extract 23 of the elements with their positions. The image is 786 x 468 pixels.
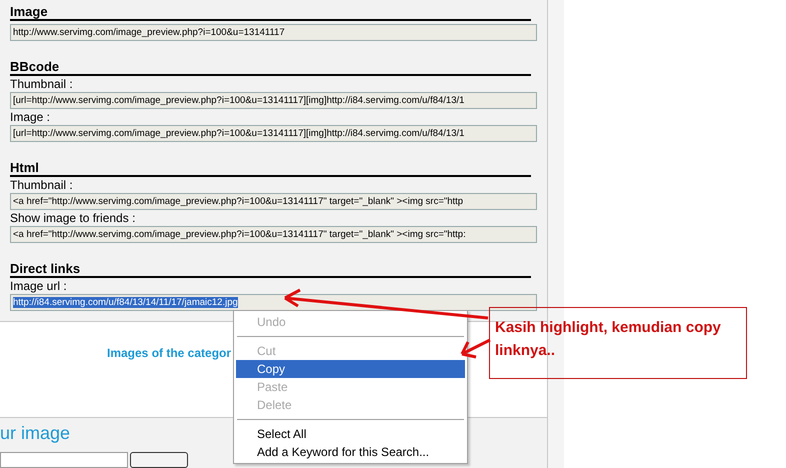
text-field[interactable]: [url=http://www.servimg.com/image_preview.php?i=100&u=13141117][img]http://i84.servimg.com/u/f84/13/1 <box>10 92 537 109</box>
section-heading: Direct links <box>10 261 531 278</box>
text-field[interactable]: <a href="http://www.servimg.com/image_preview.php?i=100&u=13141117" target="_blank" ><img src="http <box>10 193 537 210</box>
menu-item[interactable]: Select All <box>236 425 465 443</box>
field-label: Thumbnail : <box>10 76 74 92</box>
section-heading: Html <box>10 160 531 177</box>
section-heading: Image <box>10 4 531 21</box>
menu-item[interactable]: Add a Keyword for this Search... <box>236 443 465 461</box>
section-heading: ur image <box>0 422 70 444</box>
text-field[interactable]: http://www.servimg.com/image_preview.php?i=100&u=13141117 <box>10 24 537 41</box>
annotation-text: Kasih highlight, kemudian copy linknya.. <box>495 318 722 361</box>
menu-item[interactable]: Copy <box>236 360 465 378</box>
arrow <box>460 338 492 358</box>
field-label: Show image to friends : <box>10 210 136 226</box>
text-field[interactable]: http://i84.servimg.com/u/f84/13/14/11/17/jamaic12.jpg <box>10 294 537 311</box>
text-field[interactable]: [url=http://www.servimg.com/image_preview.php?i=100&u=13141117][img]http://i84.servimg.com/u/f84/13/1 <box>10 125 537 142</box>
text-field[interactable]: <a href="http://www.servimg.com/image_preview.php?i=100&u=13141117" target="_blank" ><img src="http: <box>10 226 537 243</box>
browse-button[interactable] <box>130 452 188 468</box>
field-label: Thumbnail : <box>10 177 74 193</box>
field-label: Image url : <box>10 278 68 294</box>
field-label: Image : <box>10 109 52 125</box>
file-input-field[interactable] <box>0 452 128 468</box>
section-heading: BBcode <box>10 59 531 76</box>
